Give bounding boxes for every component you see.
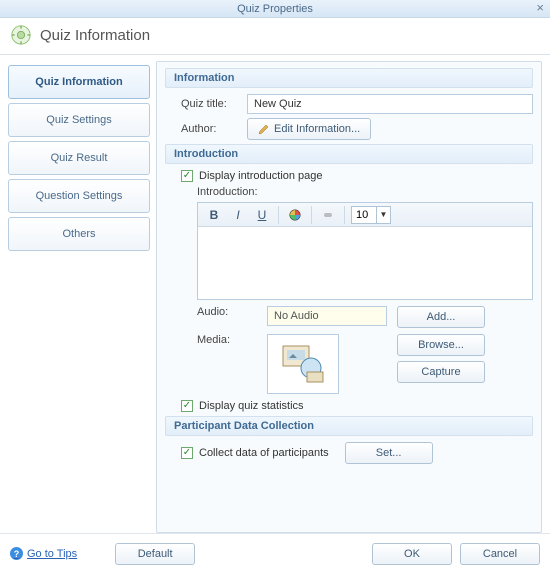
footer: ? Go to Tips Default OK Cancel [0,533,550,573]
sidebar: Quiz Information Quiz Settings Quiz Resu… [8,61,150,533]
page-title: Quiz Information [40,27,150,44]
display-intro-checkbox[interactable]: ✓ [181,170,193,182]
body: Quiz Information Quiz Settings Quiz Resu… [0,55,550,533]
tab-label: Others [62,228,95,240]
media-grid: Audio: No Audio Add... Media: Browse... [197,306,533,394]
tab-label: Quiz Information [35,76,122,88]
row-collect-participants: ✓ Collect data of participants Set... [181,442,533,464]
edit-information-button[interactable]: Edit Information... [247,118,371,140]
main-panel: Information Quiz title: Author: Edit Inf… [156,61,542,533]
section-header-information: Information [165,68,533,88]
underline-button[interactable]: U [252,205,272,225]
italic-button[interactable]: I [228,205,248,225]
media-preview[interactable] [267,334,339,394]
title-bar: Quiz Properties × [0,0,550,18]
toolbar-separator [344,206,345,224]
collect-participants-label: Collect data of participants [199,447,329,459]
introduction-textarea[interactable] [198,227,532,299]
toolbar-separator [311,206,312,224]
display-intro-label: Display introduction page [199,170,323,182]
help-link[interactable]: ? Go to Tips [10,547,77,560]
header: Quiz Information [0,18,550,55]
ok-button[interactable]: OK [372,543,452,565]
window-title: Quiz Properties [237,3,313,15]
tab-others[interactable]: Others [8,217,150,251]
add-audio-button[interactable]: Add... [397,306,485,328]
gear-icon [10,24,32,46]
tab-label: Quiz Result [51,152,108,164]
quiz-title-label: Quiz title: [181,98,241,110]
default-button[interactable]: Default [115,543,195,565]
media-label: Media: [197,334,257,346]
font-size-input[interactable] [352,207,376,223]
section-header-participant: Participant Data Collection [165,416,533,436]
tab-quiz-settings[interactable]: Quiz Settings [8,103,150,137]
chevron-down-icon[interactable]: ▼ [376,207,390,223]
help-link-label: Go to Tips [27,548,77,560]
tab-label: Quiz Settings [46,114,111,126]
toolbar-separator [278,206,279,224]
cancel-button[interactable]: Cancel [460,543,540,565]
row-author: Author: Edit Information... [181,118,533,140]
set-participants-button[interactable]: Set... [345,442,433,464]
color-button[interactable] [285,205,305,225]
tab-label: Question Settings [36,190,123,202]
section-header-introduction: Introduction [165,144,533,164]
introduction-editor: B I U ▼ [197,202,533,300]
display-stats-checkbox[interactable]: ✓ [181,400,193,412]
audio-value: No Audio [274,310,319,322]
quiz-title-input[interactable] [247,94,533,114]
tab-question-settings[interactable]: Question Settings [8,179,150,213]
capture-media-button[interactable]: Capture [397,361,485,383]
collect-participants-checkbox[interactable]: ✓ [181,447,193,459]
help-icon: ? [10,547,23,560]
browse-media-button[interactable]: Browse... [397,334,485,356]
tab-quiz-result[interactable]: Quiz Result [8,141,150,175]
media-icon [279,342,327,386]
author-label: Author: [181,123,241,135]
row-quiz-title: Quiz title: [181,94,533,114]
link-icon [321,208,335,222]
tab-quiz-information[interactable]: Quiz Information [8,65,150,99]
color-icon [288,208,302,222]
row-display-stats: ✓ Display quiz statistics [181,400,533,412]
editor-toolbar: B I U ▼ [198,203,532,227]
display-stats-label: Display quiz statistics [199,400,304,412]
audio-label: Audio: [197,306,257,318]
pencil-icon [258,123,270,135]
font-size-combo[interactable]: ▼ [351,206,391,224]
introduction-label: Introduction: [197,186,533,198]
edit-information-label: Edit Information... [274,123,360,135]
bold-button[interactable]: B [204,205,224,225]
row-display-intro: ✓ Display introduction page [181,170,533,182]
audio-field[interactable]: No Audio [267,306,387,326]
link-button[interactable] [318,205,338,225]
close-icon[interactable]: × [536,0,544,15]
